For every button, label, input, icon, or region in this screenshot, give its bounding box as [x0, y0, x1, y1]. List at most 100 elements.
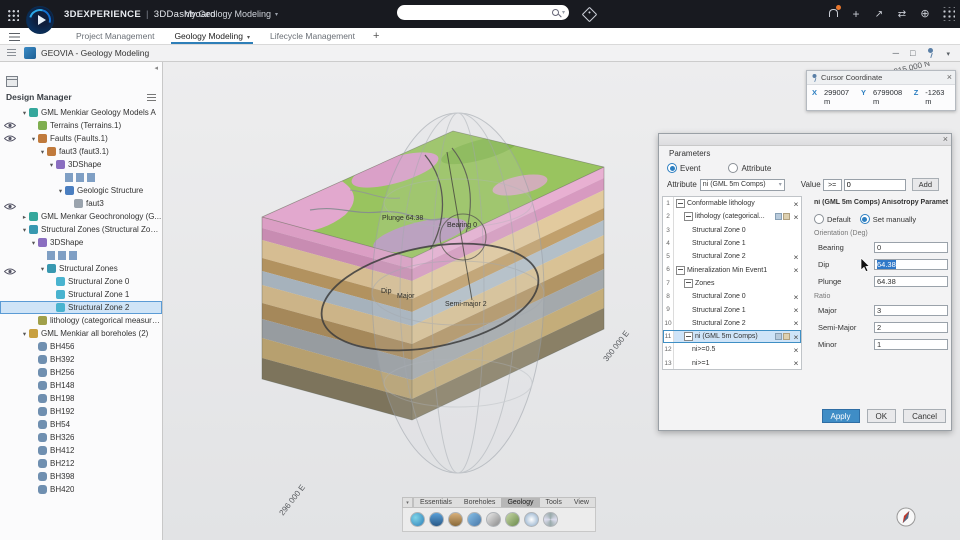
tree-item[interactable]: BH412	[0, 444, 162, 457]
delete-row-icon[interactable]	[791, 358, 801, 368]
desurvey-tool-icon[interactable]	[448, 512, 463, 527]
event-row[interactable]: 10 Structural Zone 2	[663, 317, 801, 330]
event-row[interactable]: 4 Structural Zone 1	[663, 237, 801, 250]
delete-row-icon[interactable]	[791, 252, 801, 262]
visibility-eye-icon[interactable]	[4, 130, 16, 139]
tree-expand-icon[interactable]	[56, 187, 65, 195]
event-row[interactable]: 8 Structural Zone 0	[663, 290, 801, 303]
row-action-icons[interactable]	[775, 333, 790, 340]
visibility-eye-icon[interactable]	[4, 263, 16, 272]
action-bar-tab[interactable]: Boreholes	[458, 498, 502, 507]
tree-expand-icon[interactable]	[20, 213, 29, 221]
add-icon[interactable]	[849, 7, 863, 21]
action-bar-tab[interactable]: Essentials	[414, 498, 458, 507]
tree-item[interactable]: Structural Zones (Structural Zone...	[0, 223, 162, 236]
search-scope-chevron-icon[interactable]: ▾	[562, 9, 565, 16]
tree-item[interactable]: GML Menkar Geochronology (G...	[0, 210, 162, 223]
expand-toggle-icon[interactable]	[676, 266, 685, 275]
apps-waffle-icon[interactable]	[7, 9, 19, 21]
field-input[interactable]: 2	[874, 322, 948, 333]
globe-icon[interactable]	[918, 7, 932, 21]
restore-icon[interactable]	[910, 48, 915, 58]
tree-item[interactable]: Structural Zone 2	[0, 301, 162, 314]
event-row[interactable]: 12 ni>=0.5	[663, 343, 801, 356]
tree-item[interactable]: lithology (categorical measureme...	[0, 314, 162, 327]
tree-item[interactable]: BH148	[0, 379, 162, 392]
event-row[interactable]: 5 Structural Zone 2	[663, 250, 801, 263]
operator-select[interactable]: >=	[823, 179, 842, 191]
app-list-icon[interactable]	[7, 49, 16, 57]
event-row[interactable]: 11 ni (GML 5m Comps)	[663, 330, 801, 343]
tree-expand-icon[interactable]	[29, 239, 38, 247]
action-bar-tab[interactable]: Tools	[540, 498, 568, 507]
visibility-eye-icon[interactable]	[4, 198, 16, 207]
expand-toggle-icon[interactable]	[684, 279, 693, 288]
tree-item[interactable]: Faults (Faults.1)	[0, 132, 162, 145]
tree-item[interactable]: 3DShape	[0, 236, 162, 249]
event-row[interactable]: 2 lithology (categorical...	[663, 210, 801, 223]
add-button[interactable]: Add	[912, 178, 939, 191]
tree-item[interactable]: Structural Zone 0	[0, 275, 162, 288]
dashboard-tab[interactable]: Project Management	[66, 28, 164, 44]
apply-button[interactable]: Apply	[822, 409, 860, 423]
tree-item[interactable]: BH398	[0, 470, 162, 483]
view-compass-widget[interactable]	[897, 508, 915, 526]
search-icon[interactable]	[550, 7, 562, 19]
transfer-icon[interactable]	[895, 7, 909, 21]
field-input[interactable]: 3	[874, 305, 948, 316]
event-row[interactable]: 6 Mineralization Min Event1	[663, 263, 801, 276]
pin-icon[interactable]	[811, 73, 818, 83]
value-input[interactable]	[844, 179, 906, 191]
event-row[interactable]: 1 Conformable lithology	[663, 197, 801, 210]
dashboard-tab[interactable]: Lifecycle Management	[260, 28, 365, 44]
tree-expand-icon[interactable]	[47, 161, 56, 169]
field-input[interactable]: 64.38	[874, 259, 948, 270]
measure-tool-icon[interactable]	[505, 512, 520, 527]
tab-chevron-icon[interactable]	[243, 31, 250, 41]
search-input[interactable]	[401, 6, 550, 19]
cancel-button[interactable]: Cancel	[903, 409, 946, 423]
tree-expand-icon[interactable]	[29, 135, 38, 143]
tree-item[interactable]: BH456	[0, 340, 162, 353]
tree-item[interactable]: 3DShape	[0, 158, 162, 171]
add-tab-button[interactable]: +	[365, 30, 387, 42]
visibility-eye-icon[interactable]	[4, 117, 16, 126]
notifications-bell-icon[interactable]	[826, 7, 840, 21]
expand-toggle-icon[interactable]	[684, 212, 693, 221]
close-parameters-icon[interactable]	[943, 135, 948, 144]
tree-item[interactable]: BH54	[0, 418, 162, 431]
tree-item[interactable]	[0, 249, 162, 262]
tree-item[interactable]: BH256	[0, 366, 162, 379]
dashboard-tab[interactable]: Geology Modeling	[164, 28, 260, 44]
event-radio[interactable]: Event	[667, 163, 700, 173]
event-row[interactable]: 13 ni>=1	[663, 357, 801, 370]
delete-row-icon[interactable]	[791, 212, 801, 222]
minimize-icon[interactable]	[893, 48, 899, 58]
block-display-tool-icon[interactable]	[467, 512, 482, 527]
event-row[interactable]: 7 Zones	[663, 277, 801, 290]
delete-row-icon[interactable]	[791, 318, 801, 328]
3ds-compass-logo-icon[interactable]	[26, 6, 54, 34]
delete-row-icon[interactable]	[791, 332, 801, 342]
panel-menu-icon[interactable]	[147, 94, 156, 101]
navigation-cube-tool-icon[interactable]	[410, 512, 425, 527]
tree-item[interactable]: BH392	[0, 353, 162, 366]
dashboard-selector[interactable]: My Geology Modeling ▾	[184, 9, 278, 19]
tree-item[interactable]: BH192	[0, 405, 162, 418]
cursor-panel-header[interactable]: Cursor Coordinate	[807, 71, 955, 85]
parameters-drag-bar[interactable]	[659, 134, 951, 146]
panel-window-icon[interactable]	[6, 76, 18, 87]
action-bar-collapse-icon[interactable]: ▾	[402, 497, 413, 508]
tree-item[interactable]: BH326	[0, 431, 162, 444]
tree-expand-icon[interactable]	[38, 148, 47, 156]
attribute-radio[interactable]: Attribute	[728, 163, 771, 173]
tree-item[interactable]: GML Menkiar Geology Models A	[0, 106, 162, 119]
row-action-icons[interactable]	[775, 213, 790, 220]
delete-row-icon[interactable]	[791, 292, 801, 302]
tree-expand-icon[interactable]	[20, 109, 29, 117]
panel-collapse-icon[interactable]: ◂	[154, 64, 158, 72]
tree-expand-icon[interactable]	[20, 330, 29, 338]
tree-item[interactable]: GML Menkiar all boreholes (2)	[0, 327, 162, 340]
close-icon[interactable]	[947, 73, 952, 82]
delete-row-icon[interactable]	[791, 345, 801, 355]
